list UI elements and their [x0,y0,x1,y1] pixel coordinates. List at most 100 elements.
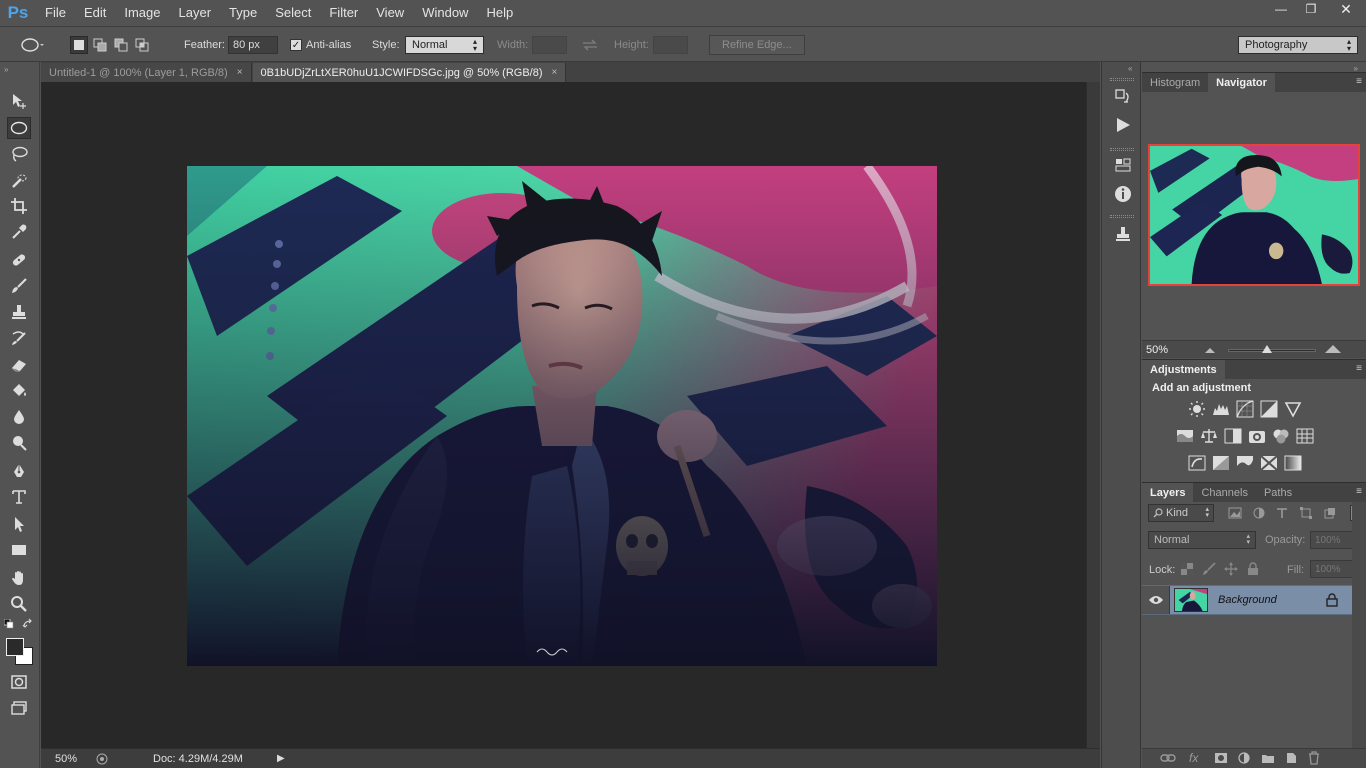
hue-saturation-button[interactable] [1176,427,1194,445]
gradient-map-button[interactable] [1284,454,1302,472]
filter-adjustment-layers-button[interactable] [1252,506,1266,520]
info-panel-button[interactable] [1112,183,1134,205]
eyedropper-tool[interactable] [7,221,31,243]
layer-kind-filter[interactable]: Kind ▴ ▾ [1148,504,1214,522]
tab-adjustments[interactable]: Adjustments [1142,360,1225,379]
foreground-color-swatch[interactable] [6,638,24,656]
tab-histogram[interactable]: Histogram [1142,73,1208,92]
menu-file[interactable]: File [36,0,75,26]
actions-panel-button[interactable] [1112,114,1134,136]
navigator-preview[interactable] [1148,144,1360,286]
elliptical-marquee-tool[interactable] [7,117,31,139]
close-tab-icon[interactable]: × [552,67,558,78]
invert-button[interactable] [1188,454,1206,472]
height-input[interactable] [653,36,688,54]
new-layer-button[interactable] [1285,752,1297,767]
layer-name[interactable]: Background [1218,594,1277,606]
history-panel-button[interactable] [1112,86,1134,108]
brightness-contrast-button[interactable] [1188,400,1206,418]
quick-selection-tool[interactable] [7,170,31,192]
selective-color-button[interactable] [1260,454,1278,472]
menu-type[interactable]: Type [220,0,266,26]
eraser-tool[interactable] [7,354,31,376]
add-to-selection-button[interactable] [91,36,109,54]
width-input[interactable] [532,36,567,54]
close-tab-icon[interactable]: × [237,67,243,78]
tool-presets-panel-button[interactable] [1112,223,1134,245]
zoom-slider-thumb-icon[interactable] [1262,345,1272,353]
visibility-toggle[interactable] [1142,586,1170,614]
panel-collapse-grip[interactable]: » [4,65,8,74]
quick-mask-button[interactable] [7,671,31,693]
new-group-button[interactable] [1261,752,1275,767]
pen-tool[interactable] [7,460,31,482]
rectangle-tool[interactable] [7,539,31,561]
brush-tool[interactable] [7,275,31,297]
exposure-button[interactable] [1260,400,1278,418]
navigator-zoom-value[interactable]: 50% [1146,344,1168,356]
swap-width-height-icon[interactable] [582,39,598,51]
style-select[interactable]: Normal ▴ ▾ [405,36,484,54]
refine-edge-button[interactable]: Refine Edge... [709,35,805,55]
add-layer-style-button[interactable]: fx [1189,751,1198,765]
menu-image[interactable]: Image [115,0,169,26]
vertical-scrollbar[interactable] [1086,82,1100,748]
spot-healing-brush-tool[interactable] [7,249,31,271]
dock-collapse-grip[interactable]: « [1128,64,1132,73]
dock-grip[interactable] [1110,215,1134,218]
crop-tool[interactable] [7,195,31,217]
menu-help[interactable]: Help [477,0,522,26]
dock-grip[interactable] [1110,148,1134,151]
minimize-button[interactable]: — [1266,0,1296,18]
tab-paths[interactable]: Paths [1256,483,1300,502]
new-selection-button[interactable] [70,36,88,54]
feather-input[interactable]: 80 px [228,36,278,54]
panel-menu-icon[interactable]: ≡ [1356,486,1362,497]
document-image[interactable] [187,166,937,666]
status-info-icon[interactable] [95,752,109,766]
menu-select[interactable]: Select [266,0,320,26]
filter-pixel-layers-button[interactable] [1228,506,1242,520]
menu-window[interactable]: Window [413,0,477,26]
doc-tab-photo[interactable]: 0B1bUDjZrLtXER0huU1JCWIFDSGc.jpg @ 50% (… [252,63,567,82]
panel-menu-icon[interactable]: ≡ [1356,363,1362,374]
zoom-level[interactable]: 50% [41,753,87,765]
filter-smart-objects-button[interactable] [1323,506,1337,520]
swap-colors-button[interactable] [22,618,34,630]
paint-bucket-tool[interactable] [7,380,31,402]
panel-menu-icon[interactable]: ≡ [1356,76,1362,87]
threshold-button[interactable] [1236,454,1254,472]
link-layers-button[interactable] [1160,752,1176,767]
zoom-tool[interactable] [7,593,31,615]
default-colors-button[interactable] [3,618,14,629]
filter-shape-layers-button[interactable] [1299,506,1313,520]
new-adjustment-layer-button[interactable] [1238,752,1250,767]
dodge-tool[interactable] [7,432,31,454]
layer-row[interactable]: Background [1142,585,1352,615]
tab-channels[interactable]: Channels [1193,483,1255,502]
lasso-tool[interactable] [7,143,31,165]
navigator-zoom-slider[interactable] [1228,349,1316,352]
antialias-checkbox[interactable]: ✓ [290,39,302,51]
subtract-from-selection-button[interactable] [112,36,130,54]
layers-scrollbar[interactable] [1352,502,1366,748]
menu-view[interactable]: View [367,0,413,26]
delete-layer-button[interactable] [1308,751,1320,768]
color-balance-button[interactable] [1200,427,1218,445]
close-button[interactable]: ✕ [1326,0,1366,18]
screen-mode-button[interactable] [7,697,31,719]
lock-transparent-pixels-button[interactable] [1180,562,1194,576]
doc-tab-untitled[interactable]: Untitled-1 @ 100% (Layer 1, RGB/8) × [41,63,252,82]
photo-filter-button[interactable] [1248,427,1266,445]
blend-mode-select[interactable]: Normal ▴ ▾ [1148,531,1256,549]
restore-button[interactable]: ❐ [1296,0,1326,18]
zoom-out-icon[interactable] [1204,346,1216,354]
blur-tool[interactable] [7,406,31,428]
filter-type-layers-button[interactable] [1275,506,1289,520]
tab-navigator[interactable]: Navigator [1208,73,1275,92]
lock-all-button[interactable] [1246,562,1260,576]
lock-position-button[interactable] [1224,562,1238,576]
dock-grip[interactable] [1110,78,1134,81]
menu-filter[interactable]: Filter [320,0,367,26]
path-selection-tool[interactable] [7,513,31,535]
